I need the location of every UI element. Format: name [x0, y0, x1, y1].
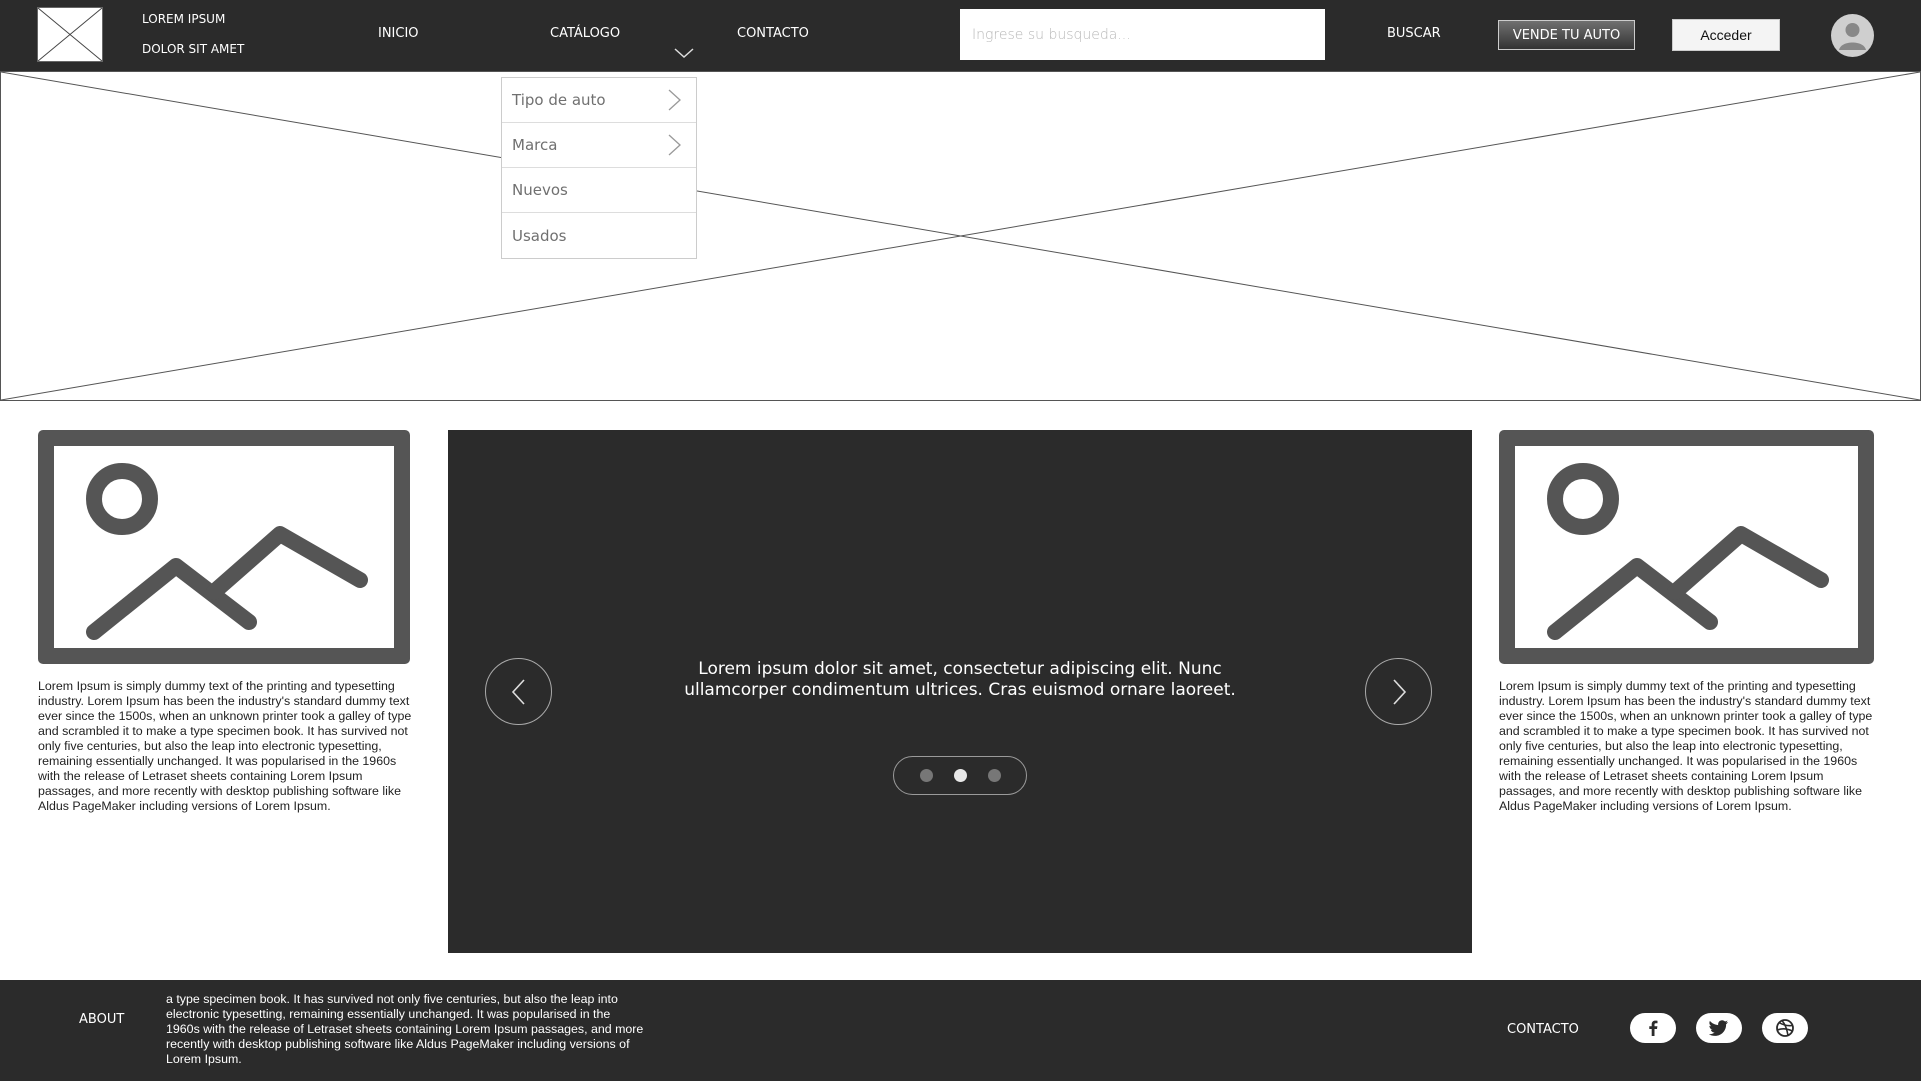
chevron-right-icon	[668, 89, 681, 111]
chevron-down-icon[interactable]	[673, 46, 695, 60]
top-header: LOREM IPSUM DOLOR SIT AMET INICIO CATÁLO…	[0, 0, 1921, 71]
menu-item-nuevos[interactable]: Nuevos	[502, 168, 696, 213]
menu-item-marca[interactable]: Marca	[502, 123, 696, 168]
sell-car-button[interactable]: VENDE TU AUTO	[1498, 20, 1635, 50]
brand-subtitle: DOLOR SIT AMET	[142, 42, 245, 56]
facebook-button[interactable]	[1630, 1013, 1676, 1043]
chevron-right-icon	[1392, 678, 1406, 705]
avatar[interactable]	[1831, 14, 1874, 57]
login-button[interactable]: Acceder	[1672, 19, 1780, 51]
nav-catalogo[interactable]: CATÁLOGO	[550, 26, 620, 41]
left-card-image[interactable]	[38, 430, 410, 664]
menu-item-label: Marca	[512, 136, 558, 154]
facebook-icon	[1649, 1020, 1658, 1036]
nav-inicio[interactable]: INICIO	[378, 26, 419, 41]
menu-item-tipo-de-auto[interactable]: Tipo de auto	[502, 78, 696, 123]
menu-item-label: Usados	[512, 226, 567, 245]
image-placeholder-icon	[1547, 463, 1829, 640]
carousel-next-button[interactable]	[1365, 658, 1432, 725]
hero-banner-placeholder	[0, 71, 1921, 401]
menu-item-label: Tipo de auto	[512, 91, 606, 109]
right-card-text: Lorem Ipsum is simply dummy text of the …	[1499, 679, 1873, 813]
menu-item-usados[interactable]: Usados	[502, 213, 696, 258]
logo-image-placeholder-icon	[38, 8, 102, 61]
carousel-prev-button[interactable]	[485, 658, 552, 725]
carousel-indicators	[893, 756, 1027, 795]
brand-title: LOREM IPSUM	[142, 12, 226, 26]
footer: ABOUT a type specimen book. It has survi…	[0, 980, 1921, 1081]
footer-about-link[interactable]: ABOUT	[79, 1012, 124, 1027]
hero-image-placeholder-icon	[1, 72, 1920, 400]
nav-contacto[interactable]: CONTACTO	[737, 26, 809, 41]
right-card-image[interactable]	[1499, 430, 1874, 664]
dribbble-button[interactable]	[1762, 1013, 1808, 1043]
chevron-right-icon	[668, 134, 681, 156]
catalog-dropdown-menu: Tipo de auto Marca Nuevos Usados	[501, 77, 697, 259]
carousel-dot-2[interactable]	[953, 769, 967, 782]
carousel-dot-3[interactable]	[987, 769, 1001, 782]
image-placeholder-icon	[86, 463, 368, 640]
dribbble-icon	[1776, 1019, 1794, 1037]
footer-about-text: a type specimen book. It has survived no…	[166, 992, 644, 1066]
footer-contact-link[interactable]: CONTACTO	[1507, 1022, 1579, 1037]
carousel-caption: Lorem ipsum dolor sit amet, consectetur …	[684, 659, 1236, 700]
logo-placeholder[interactable]	[37, 7, 103, 62]
search-input[interactable]	[960, 9, 1325, 60]
left-card-text: Lorem Ipsum is simply dummy text of the …	[38, 679, 412, 813]
user-icon	[1839, 23, 1866, 50]
search-button[interactable]: BUSCAR	[1387, 26, 1441, 41]
twitter-button[interactable]	[1696, 1013, 1742, 1043]
twitter-icon	[1709, 1020, 1728, 1036]
menu-item-label: Nuevos	[512, 181, 568, 199]
carousel-dot-1[interactable]	[919, 769, 933, 782]
carousel: Lorem ipsum dolor sit amet, consectetur …	[448, 430, 1472, 953]
chevron-left-icon	[511, 678, 525, 705]
